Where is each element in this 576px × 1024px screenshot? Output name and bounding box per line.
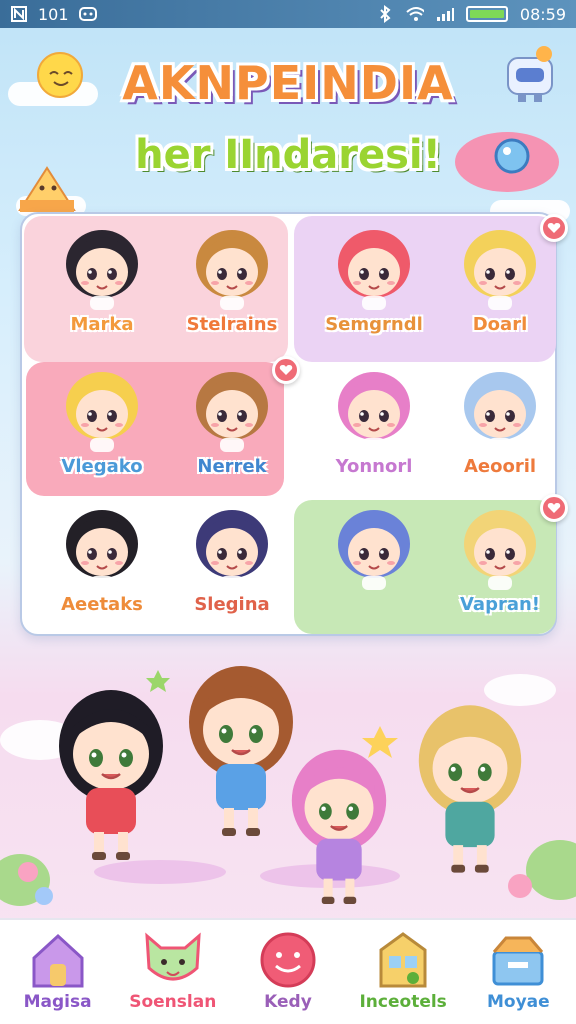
status-time-left: 101 — [38, 4, 69, 24]
character-avatar — [186, 500, 278, 592]
character-name: Vapran! — [459, 594, 541, 615]
status-bar: 101 08:59 — [0, 0, 576, 28]
favorite-heart-icon[interactable] — [272, 356, 300, 384]
favorite-heart-icon[interactable] — [540, 494, 568, 522]
character-card[interactable]: Aeooril — [436, 362, 564, 498]
status-clock: 08:59 — [519, 4, 566, 24]
nav-item-soenslan[interactable]: Soenslan — [118, 928, 228, 1012]
character-avatar — [56, 500, 148, 592]
character-name: Aeetaks — [61, 594, 143, 615]
character-name: Vlegako — [61, 456, 143, 477]
character-name: Doarl — [472, 314, 528, 335]
character-name: Yonnorl — [335, 456, 413, 477]
character-card[interactable]: Doarl — [436, 214, 568, 356]
character-avatar — [454, 362, 546, 454]
character-card[interactable]: Marka — [38, 220, 166, 356]
nav-label: Magisa — [23, 992, 92, 1012]
nav-label: Inceotels — [359, 992, 447, 1012]
showcase-character — [280, 736, 398, 920]
battery-icon — [465, 6, 508, 22]
bluetooth-icon — [376, 5, 394, 23]
smiley-icon — [254, 928, 322, 990]
character-avatar — [454, 220, 546, 312]
nav-item-inceotels[interactable]: Inceotels — [348, 928, 458, 1012]
house-icon — [24, 928, 92, 990]
character-avatar — [328, 220, 420, 312]
nfc-icon — [10, 5, 28, 23]
character-name: Stelrains — [186, 314, 278, 335]
character-card[interactable]: Semgrndl — [310, 220, 438, 356]
shop-icon — [369, 928, 437, 990]
cat-icon — [139, 928, 207, 990]
character-card[interactable]: Stelrains — [168, 220, 296, 356]
bottom-navigation: Magisa Soenslan Kedy Inceotels Moyae — [0, 918, 576, 1024]
character-avatar — [454, 500, 546, 592]
character-name: Marka — [70, 314, 134, 335]
character-name: Semgrndl — [325, 314, 423, 335]
nav-label: Moyae — [487, 992, 550, 1012]
favorite-heart-icon[interactable] — [540, 214, 568, 242]
character-card[interactable]: Vlegako — [38, 362, 166, 498]
character-name: Nerrek — [197, 456, 267, 477]
character-name: Aeooril — [463, 456, 537, 477]
character-name: Slegina — [194, 594, 270, 615]
nav-label: Kedy — [264, 992, 312, 1012]
nav-item-kedy[interactable]: Kedy — [233, 928, 343, 1012]
character-avatar — [56, 220, 148, 312]
character-card[interactable]: Aeetaks — [38, 500, 166, 636]
cat-notification-icon — [78, 5, 97, 23]
character-card[interactable] — [310, 500, 438, 636]
character-showcase — [0, 640, 576, 918]
app-title: AKNPEINDIA — [122, 56, 454, 110]
showcase-character — [46, 684, 176, 868]
character-avatar — [186, 362, 278, 454]
app-subtitle: her IIndaresi! — [135, 132, 441, 178]
character-card[interactable]: Yonnorl — [310, 362, 438, 498]
signal-icon — [436, 5, 454, 23]
nav-label: Soenslan — [129, 992, 217, 1012]
wifi-icon — [406, 5, 424, 23]
character-card[interactable]: Vapran! — [436, 494, 568, 636]
box-icon — [484, 928, 552, 990]
showcase-character — [406, 698, 534, 882]
character-grid: Marka Stelrains Semgrndl Doarl Vlegako N… — [20, 212, 568, 636]
nav-item-moyae[interactable]: Moyae — [463, 928, 573, 1012]
character-avatar — [56, 362, 148, 454]
battery-level — [469, 10, 504, 18]
character-avatar — [328, 362, 420, 454]
character-avatar — [186, 220, 278, 312]
character-card[interactable]: Nerrek — [168, 356, 300, 498]
nav-item-magisa[interactable]: Magisa — [3, 928, 113, 1012]
character-avatar — [328, 500, 420, 592]
character-card[interactable]: Slegina — [168, 500, 296, 636]
